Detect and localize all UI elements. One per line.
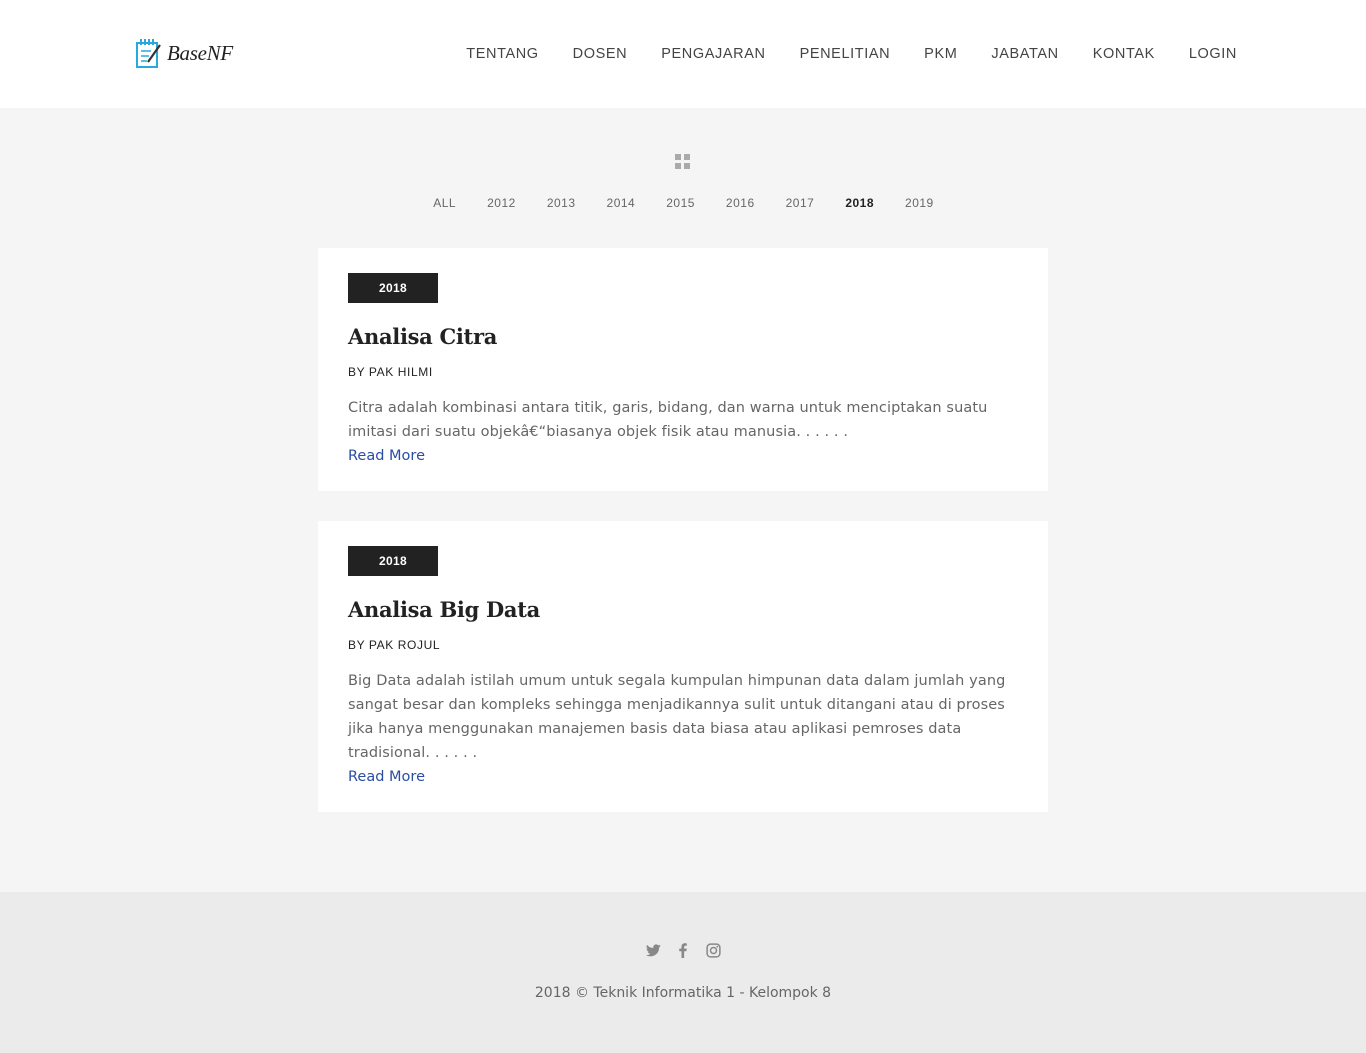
post-title[interactable]: Analisa Big Data bbox=[348, 596, 1018, 624]
excerpt-line: sangat besar dan kompleks sehingga menja… bbox=[348, 697, 1005, 713]
filter-2019[interactable]: 2019 bbox=[905, 196, 934, 210]
filter-all[interactable]: ALL bbox=[433, 196, 456, 210]
excerpt-line: jika hanya menggunakan manajemen basis d… bbox=[348, 721, 962, 737]
excerpt-line: Citra adalah kombinasi antara titik, gar… bbox=[348, 400, 988, 416]
post-excerpt: Big Data adalah istilah umum untuk segal… bbox=[348, 669, 1018, 765]
site-footer: 2018 © Teknik Informatika 1 - Kelompok 8 bbox=[0, 892, 1366, 1053]
post-excerpt: Citra adalah kombinasi antara titik, gar… bbox=[348, 396, 1018, 444]
facebook-icon[interactable] bbox=[675, 942, 691, 958]
filter-2014[interactable]: 2014 bbox=[607, 196, 636, 210]
excerpt-line: imitasi dari suatu objekâ€“biasanya obje… bbox=[348, 424, 849, 440]
nav-item-pengajaran[interactable]: PENGAJARAN bbox=[661, 44, 765, 64]
excerpt-line: tradisional. . . . . . bbox=[348, 745, 478, 761]
read-more-link[interactable]: Read More bbox=[348, 444, 1018, 468]
filter-2012[interactable]: 2012 bbox=[487, 196, 516, 210]
filter-2017[interactable]: 2017 bbox=[786, 196, 815, 210]
year-badge: 2018 bbox=[348, 273, 438, 303]
filter-2013[interactable]: 2013 bbox=[547, 196, 576, 210]
year-filter: ALL 2012 2013 2014 2015 2016 2017 2018 2… bbox=[0, 196, 1366, 210]
excerpt-line: Big Data adalah istilah umum untuk segal… bbox=[348, 673, 1006, 689]
twitter-icon[interactable] bbox=[645, 942, 661, 958]
nav-item-kontak[interactable]: KONTAK bbox=[1093, 44, 1155, 64]
filter-2015[interactable]: 2015 bbox=[666, 196, 695, 210]
instagram-icon[interactable] bbox=[705, 942, 721, 958]
nav-item-penelitian[interactable]: PENELITIAN bbox=[800, 44, 891, 64]
site-header: BaseNF TENTANG DOSEN PENGAJARAN PENELITI… bbox=[0, 0, 1366, 108]
post-card: 2018 Analisa Citra BY PAK HILMI Citra ad… bbox=[318, 248, 1048, 491]
read-more-link[interactable]: Read More bbox=[348, 765, 1018, 789]
nav-item-dosen[interactable]: DOSEN bbox=[573, 44, 628, 64]
brand-logo[interactable]: BaseNF bbox=[135, 36, 233, 70]
copyright-text: 2018 © Teknik Informatika 1 - Kelompok 8 bbox=[534, 985, 832, 1001]
notepad-pencil-icon bbox=[135, 37, 163, 69]
social-links bbox=[0, 942, 1366, 958]
post-title[interactable]: Analisa Citra bbox=[348, 323, 1018, 351]
grid-icon[interactable] bbox=[675, 154, 691, 170]
filter-2018[interactable]: 2018 bbox=[845, 196, 874, 210]
nav-item-jabatan[interactable]: JABATAN bbox=[991, 44, 1058, 64]
nav-item-tentang[interactable]: TENTANG bbox=[466, 44, 538, 64]
brand-name: BaseNF bbox=[167, 40, 233, 65]
post-card: 2018 Analisa Big Data BY PAK ROJUL Big D… bbox=[318, 521, 1048, 812]
nav-item-login[interactable]: LOGIN bbox=[1189, 44, 1237, 64]
post-author: BY PAK ROJUL bbox=[348, 638, 441, 652]
filter-2016[interactable]: 2016 bbox=[726, 196, 755, 210]
main-nav: TENTANG DOSEN PENGAJARAN PENELITIAN PKM … bbox=[466, 44, 1237, 64]
year-badge: 2018 bbox=[348, 546, 438, 576]
post-author: BY PAK HILMI bbox=[348, 365, 433, 379]
nav-item-pkm[interactable]: PKM bbox=[924, 44, 957, 64]
